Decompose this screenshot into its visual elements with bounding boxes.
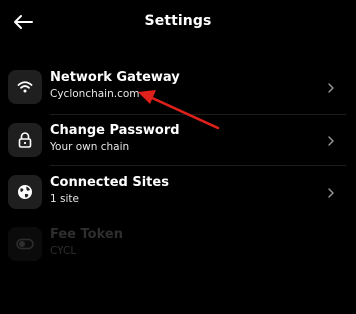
fee-token-value: CYCL [50, 245, 77, 257]
settings-item-change-password[interactable]: Change Password Your own chain [0, 115, 356, 167]
toggle-icon [16, 238, 34, 250]
connected-sites-icon-tile [8, 175, 42, 209]
settings-item-fee-token: Fee Token CYCL [0, 219, 356, 271]
globe-icon [18, 185, 32, 199]
change-password-label: Change Password [50, 123, 180, 138]
fee-token-label: Fee Token [50, 227, 123, 242]
connected-sites-label: Connected Sites [50, 175, 169, 190]
wifi-icon [17, 81, 33, 93]
change-password-icon-tile [8, 123, 42, 157]
change-password-value: Your own chain [50, 141, 130, 153]
lock-icon [18, 132, 32, 148]
settings-item-connected-sites[interactable]: Connected Sites 1 site [0, 167, 356, 219]
page-title: Settings [144, 13, 212, 29]
network-gateway-label: Network Gateway [50, 70, 180, 85]
chevron-right-icon [328, 136, 334, 146]
divider [50, 165, 346, 166]
connected-sites-value: 1 site [50, 193, 79, 205]
header: Settings [0, 0, 356, 44]
network-gateway-icon-tile [8, 70, 42, 104]
chevron-right-icon [328, 188, 334, 198]
chevron-right-icon [328, 83, 334, 93]
settings-item-network-gateway[interactable]: Network Gateway Cyclonchain.com [0, 62, 356, 114]
fee-token-icon-tile [8, 227, 42, 261]
network-gateway-value: Cyclonchain.com [50, 88, 140, 100]
